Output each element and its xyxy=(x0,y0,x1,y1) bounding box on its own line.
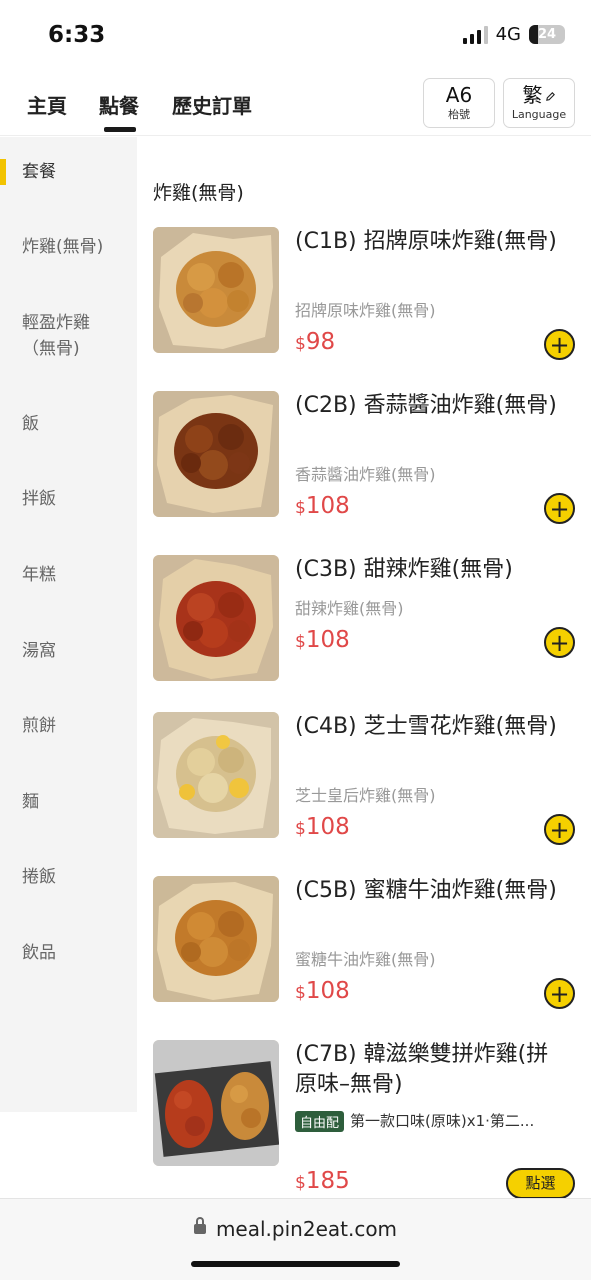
language-label: Language xyxy=(511,108,567,121)
add-to-cart-button[interactable]: + xyxy=(544,814,575,845)
item-description: 自由配 第一款口味(原味)x1·第二... xyxy=(295,1110,534,1132)
item-price: $185 xyxy=(295,1168,350,1194)
battery-icon: 24 xyxy=(529,25,565,44)
menu-item[interactable]: (C5B) 蜜糖牛油炸雞(無骨) 蜜糖牛油炸雞(無骨) $108 + xyxy=(0,876,591,1026)
menu-item[interactable]: (C2B) 香蒜醬油炸雞(無骨) 香蒜醬油炸雞(無骨) $108 + xyxy=(0,391,591,541)
item-description-text: 第一款口味(原味)x1·第二... xyxy=(350,1112,535,1130)
home-indicator[interactable] xyxy=(191,1261,400,1267)
food-photo xyxy=(153,876,279,1002)
tab-order-history[interactable]: 歷史訂單 xyxy=(172,90,252,119)
signal-icon xyxy=(462,25,488,44)
active-tab-indicator xyxy=(104,127,136,132)
food-photo xyxy=(153,391,279,517)
item-description: 香蒜醬油炸雞(無骨) xyxy=(295,465,436,484)
item-description: 甜辣炸雞(無骨) xyxy=(295,599,404,618)
item-name: (C2B) 香蒜醬油炸雞(無骨) xyxy=(295,393,557,418)
battery-level: 24 xyxy=(537,27,557,42)
item-price: $108 xyxy=(295,814,350,840)
select-options-button[interactable]: 點選 xyxy=(506,1168,575,1199)
food-photo xyxy=(153,555,279,681)
top-nav: 主頁 點餐 歷史訂單 A6 枱號 繁 Language xyxy=(0,70,591,136)
tab-home[interactable]: 主頁 xyxy=(27,90,67,119)
menu-item[interactable]: (C7B) 韓滋樂雙拼炸雞(拼原味–無骨) 自由配 第一款口味(原味)x1·第二.… xyxy=(0,1040,591,1199)
lock-icon xyxy=(193,1216,206,1234)
status-bar: 6:33 4G 24 xyxy=(0,0,591,70)
browser-url-bar: meal.pin2eat.com xyxy=(0,1198,591,1280)
category-set-meal[interactable]: 套餐 xyxy=(22,159,56,185)
network-type: 4G xyxy=(495,24,521,45)
food-photo xyxy=(153,1040,279,1166)
status-indicators: 4G 24 xyxy=(462,24,565,45)
item-description: 蜜糖牛油炸雞(無骨) xyxy=(295,950,436,969)
item-name: (C7B) 韓滋樂雙拼炸雞(拼原味–無骨) xyxy=(295,1042,549,1097)
item-name: (C1B) 招牌原味炸雞(無骨) xyxy=(295,229,557,254)
item-name: (C5B) 蜜糖牛油炸雞(無骨) xyxy=(295,878,557,903)
status-time: 6:33 xyxy=(48,22,106,48)
table-number-button[interactable]: A6 枱號 xyxy=(423,78,495,128)
add-to-cart-button[interactable]: + xyxy=(544,627,575,658)
table-number: A6 xyxy=(445,83,473,107)
item-price: $108 xyxy=(295,978,350,1004)
add-to-cart-button[interactable]: + xyxy=(544,329,575,360)
item-price: $108 xyxy=(295,627,350,653)
table-number-label: 枱號 xyxy=(448,108,470,121)
url-field[interactable]: meal.pin2eat.com xyxy=(0,1216,591,1241)
add-to-cart-button[interactable]: + xyxy=(544,978,575,1009)
item-description: 芝士皇后炸雞(無骨) xyxy=(295,786,436,805)
url-text: meal.pin2eat.com xyxy=(215,1217,398,1241)
pencil-icon xyxy=(545,92,555,101)
menu-item[interactable]: (C4B) 芝士雪花炸雞(無骨) 芝士皇后炸雞(無骨) $108 + xyxy=(0,712,591,862)
language-value: 繁 xyxy=(504,82,574,108)
item-name: (C3B) 甜辣炸雞(無骨) xyxy=(295,557,513,582)
language-button[interactable]: 繁 Language xyxy=(503,78,575,128)
add-to-cart-button[interactable]: + xyxy=(544,493,575,524)
menu-item[interactable]: (C3B) 甜辣炸雞(無骨) 甜辣炸雞(無骨) $108 + xyxy=(0,555,591,705)
menu-item[interactable]: (C1B) 招牌原味炸雞(無骨) 招牌原味炸雞(無骨) $98 + xyxy=(0,227,591,377)
food-photo xyxy=(153,227,279,353)
tab-order[interactable]: 點餐 xyxy=(99,90,139,119)
item-description: 招牌原味炸雞(無骨) xyxy=(295,301,436,320)
active-category-marker xyxy=(0,159,6,185)
item-name: (C4B) 芝士雪花炸雞(無骨) xyxy=(295,714,557,739)
item-price: $98 xyxy=(295,329,336,355)
free-match-badge: 自由配 xyxy=(295,1111,345,1132)
section-title: 炸雞(無骨) xyxy=(153,182,244,204)
food-photo xyxy=(153,712,279,838)
item-price: $108 xyxy=(295,493,350,519)
